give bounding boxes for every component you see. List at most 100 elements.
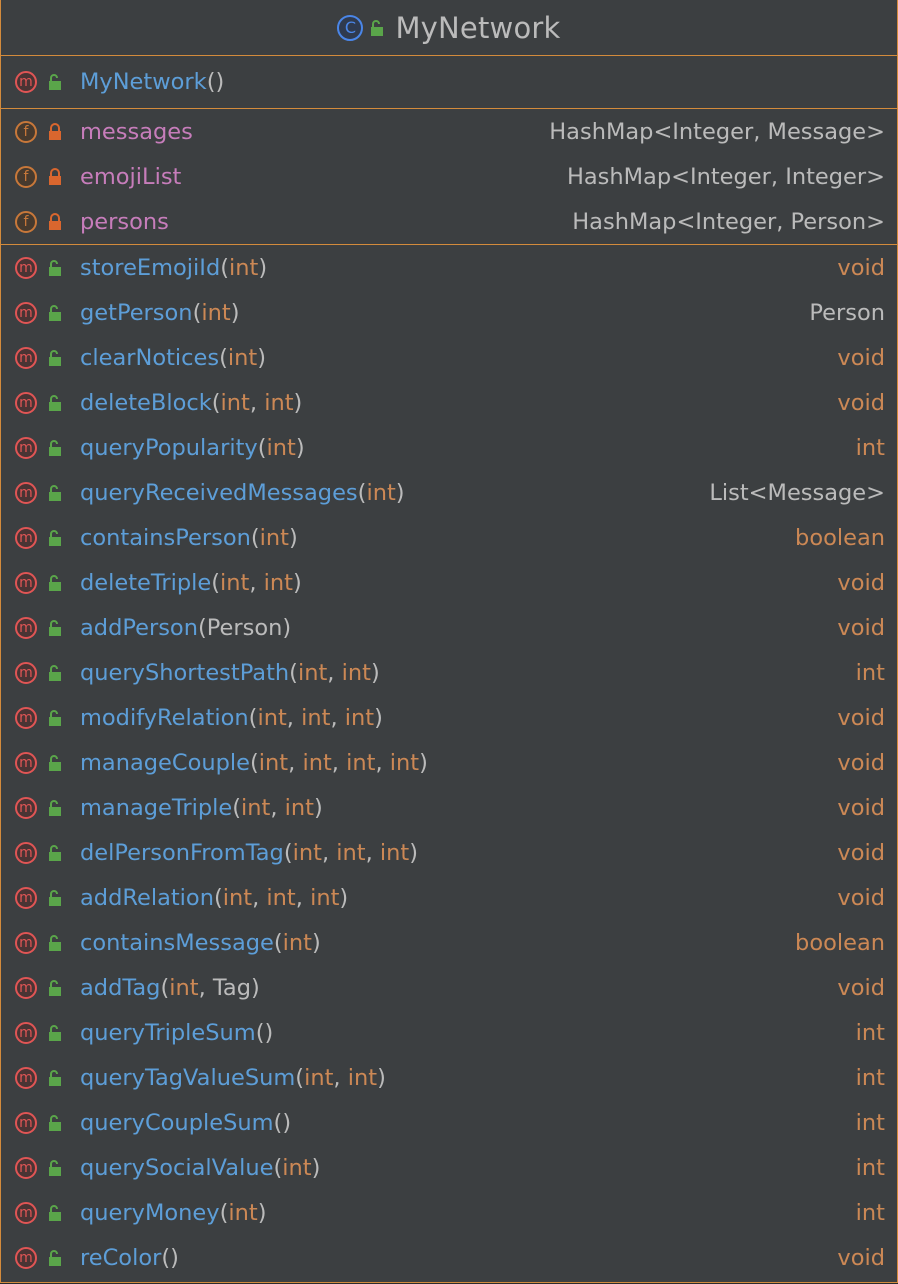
method-name: getPerson bbox=[80, 299, 193, 326]
constructor-section: m MyNetwork() bbox=[1, 56, 897, 109]
method-signature: deleteBlock(int, int) bbox=[80, 390, 302, 416]
method-icon: m bbox=[15, 841, 37, 864]
method-row[interactable]: m addTag(int, Tag) void bbox=[1, 965, 897, 1010]
param-type: int bbox=[284, 794, 314, 821]
method-row[interactable]: m addPerson(Person) void bbox=[1, 605, 897, 650]
method-signature: containsPerson(int) bbox=[80, 525, 298, 551]
open-paren: ( bbox=[160, 974, 170, 1001]
close-paren: ) bbox=[264, 1019, 274, 1046]
method-name: queryTripleSum bbox=[80, 1019, 256, 1046]
method-signature: queryMoney(int) bbox=[80, 1200, 266, 1226]
method-row[interactable]: m containsMessage(int) boolean bbox=[1, 920, 897, 965]
return-type: void bbox=[837, 569, 885, 596]
method-row[interactable]: m queryPopularity(int) int bbox=[1, 425, 897, 470]
constructor-signature: MyNetwork() bbox=[80, 69, 224, 95]
method-row[interactable]: m clearNotices(int) void bbox=[1, 335, 897, 380]
return-type: int bbox=[855, 1154, 885, 1181]
class-header: C MyNetwork bbox=[1, 0, 897, 56]
param-type: int bbox=[258, 749, 289, 776]
method-icon: m bbox=[15, 616, 37, 639]
private-lock-icon bbox=[49, 167, 61, 185]
open-paren: ( bbox=[250, 524, 260, 551]
method-icon: m bbox=[15, 1201, 37, 1224]
param-separator: , bbox=[286, 704, 302, 731]
method-row[interactable]: m manageCouple(int, int, int, int) void bbox=[1, 740, 897, 785]
param-type: int bbox=[336, 839, 366, 866]
method-row[interactable]: m queryShortestPath(int, int) int bbox=[1, 650, 897, 695]
field-name: persons bbox=[80, 208, 169, 235]
return-type: int bbox=[855, 434, 885, 461]
param-type: int bbox=[292, 839, 322, 866]
method-row[interactable]: m queryTagValueSum(int, int) int bbox=[1, 1055, 897, 1100]
open-paren: ( bbox=[219, 344, 228, 371]
param-type: int bbox=[297, 659, 328, 686]
method-name: deleteBlock bbox=[80, 389, 212, 416]
class-icon: C bbox=[337, 14, 364, 41]
method-signature: addRelation(int, int, int) bbox=[80, 885, 348, 911]
method-row[interactable]: m querySocialValue(int) int bbox=[1, 1145, 897, 1190]
param-type: int bbox=[229, 254, 259, 281]
method-row[interactable]: m reColor() void bbox=[1, 1235, 897, 1280]
close-paren: ) bbox=[215, 69, 225, 95]
close-paren: ) bbox=[377, 1064, 386, 1091]
method-signature: delPersonFromTag(int, int, int) bbox=[80, 840, 418, 866]
method-name: containsPerson bbox=[80, 524, 251, 551]
public-lock-icon bbox=[49, 74, 61, 90]
method-row[interactable]: m getPerson(int) Person bbox=[1, 290, 897, 335]
param-type: int bbox=[304, 1064, 334, 1091]
return-type: void bbox=[837, 974, 885, 1001]
open-paren: ( bbox=[255, 1019, 265, 1046]
close-paren: ) bbox=[409, 839, 419, 866]
method-icon: m bbox=[15, 391, 37, 414]
open-paren: ( bbox=[250, 749, 259, 776]
param-type: int bbox=[220, 389, 250, 416]
public-lock-icon bbox=[49, 484, 61, 501]
method-row[interactable]: m manageTriple(int, int) void bbox=[1, 785, 897, 830]
method-row[interactable]: m containsPerson(int) boolean bbox=[1, 515, 897, 560]
param-separator: , bbox=[295, 884, 311, 911]
class-title: MyNetwork bbox=[395, 10, 561, 45]
method-icon: m bbox=[15, 301, 37, 324]
public-lock-icon bbox=[49, 664, 61, 681]
close-paren: ) bbox=[293, 389, 303, 416]
close-paren: ) bbox=[419, 749, 428, 776]
param-separator: , bbox=[333, 1064, 348, 1091]
method-row[interactable]: m deleteTriple(int, int) void bbox=[1, 560, 897, 605]
method-name: MyNetwork bbox=[80, 69, 207, 95]
param-type: int bbox=[222, 884, 253, 911]
return-type: void bbox=[837, 254, 885, 281]
constructor-row[interactable]: m MyNetwork() bbox=[1, 56, 897, 108]
param-type: int bbox=[266, 884, 296, 911]
method-name: queryShortestPath bbox=[80, 659, 290, 686]
public-lock-icon bbox=[49, 259, 61, 276]
param-separator: , bbox=[331, 749, 347, 776]
method-row[interactable]: m queryCoupleSum() int bbox=[1, 1100, 897, 1145]
param-separator: , bbox=[327, 659, 342, 686]
param-separator: , bbox=[249, 569, 264, 596]
method-row[interactable]: m delPersonFromTag(int, int, int) void bbox=[1, 830, 897, 875]
field-type: HashMap<Integer, Integer> bbox=[566, 163, 885, 190]
close-paren: ) bbox=[230, 299, 240, 326]
method-icon: m bbox=[15, 886, 37, 909]
field-row[interactable]: f messages HashMap<Integer, Message> bbox=[1, 109, 897, 154]
param-separator: , bbox=[270, 794, 285, 821]
return-type: int bbox=[855, 1019, 885, 1046]
field-icon: f bbox=[15, 120, 37, 143]
field-row[interactable]: f emojiList HashMap<Integer, Integer> bbox=[1, 154, 897, 199]
method-icon: m bbox=[15, 436, 37, 459]
method-row[interactable]: m queryReceivedMessages(int) List<Message> bbox=[1, 470, 897, 515]
field-row[interactable]: f persons HashMap<Integer, Person> bbox=[1, 199, 897, 244]
method-row[interactable]: m modifyRelation(int, int, int) void bbox=[1, 695, 897, 740]
param-separator: , bbox=[321, 839, 337, 866]
method-row[interactable]: m queryMoney(int) int bbox=[1, 1190, 897, 1235]
method-row[interactable]: m addRelation(int, int, int) void bbox=[1, 875, 897, 920]
param-type: int bbox=[228, 1199, 258, 1226]
method-row[interactable]: m deleteBlock(int, int) void bbox=[1, 380, 897, 425]
param-type: int bbox=[169, 974, 199, 1001]
method-name: queryMoney bbox=[80, 1199, 220, 1226]
method-row[interactable]: m queryTripleSum() int bbox=[1, 1010, 897, 1055]
method-row[interactable]: m storeEmojiId(int) void bbox=[1, 245, 897, 290]
close-paren: ) bbox=[313, 794, 323, 821]
public-lock-icon bbox=[49, 1069, 61, 1086]
close-paren: ) bbox=[257, 344, 267, 371]
